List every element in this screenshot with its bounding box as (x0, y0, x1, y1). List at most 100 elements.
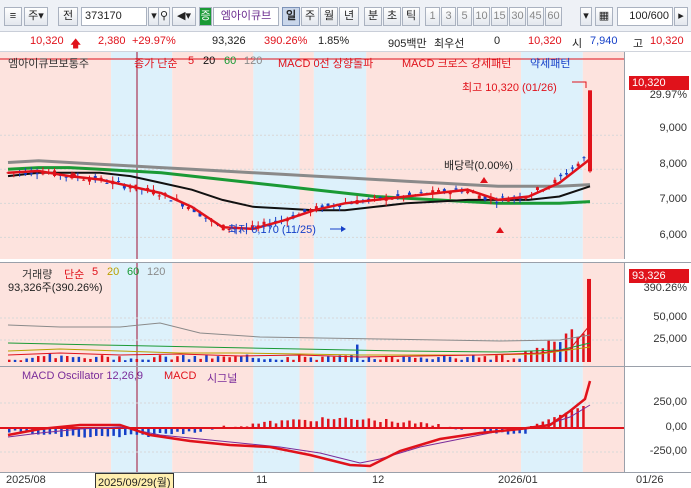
interval-tab[interactable]: 5 (457, 7, 472, 26)
period-tab[interactable]: 년 (339, 7, 359, 26)
change-percent: +29.97% (132, 35, 176, 47)
volume-bar (118, 356, 121, 362)
volume-bar (211, 358, 214, 362)
candle-body (535, 187, 539, 191)
price-tick: 9,000 (659, 122, 687, 134)
open-price: 7,940 (590, 35, 618, 47)
macd-histogram-bar (100, 428, 104, 436)
macd-histogram-bar (356, 419, 359, 428)
volume-bar (54, 358, 57, 362)
interval-more-icon[interactable]: ▾ (580, 7, 592, 26)
interval-tab[interactable]: 10 (473, 7, 490, 26)
background-band (111, 52, 173, 259)
chart-toolbar: ≡ 주▾ 전 373170 ▾ ⚲ ◀▾ 증 엠아이큐브 ▾ ▦ 100/600… (0, 0, 691, 32)
macd-histogram-bar (350, 419, 353, 428)
macd-histogram-bar (408, 420, 411, 428)
macd-histogram-bar (269, 420, 272, 428)
current-price: 10,320 (30, 35, 64, 47)
price-axis[interactable]: 10,320 29.97% 9,000 8,000 7,000 6,000 (624, 52, 691, 259)
market-select[interactable]: 주▾ (24, 7, 48, 26)
date-axis[interactable]: 2025/08 2025/09/29(월) 11 12 2026/01 01/2… (0, 472, 691, 488)
period-tab[interactable]: 월 (320, 7, 338, 26)
volume-bar (274, 359, 278, 362)
volume-bar (431, 359, 434, 362)
volume-bar (48, 353, 52, 362)
volume-bar (205, 355, 208, 362)
volume-bar (483, 356, 487, 362)
volume-bar (170, 359, 173, 362)
volume-bar (443, 355, 446, 362)
candle-body (35, 173, 39, 175)
price-info-row: 10,320 🡅 2,380 +29.97% 93,326 390.26% 1.… (0, 32, 691, 52)
period-tab[interactable]: 주 (301, 7, 319, 26)
macd-chart-canvas[interactable] (0, 367, 624, 473)
volume-bar (193, 355, 197, 362)
badge-icon: 증 (199, 7, 212, 26)
background-band (313, 52, 367, 259)
jeon-button[interactable]: 전 (58, 7, 78, 26)
vol-ma120-label: 120 (147, 266, 166, 278)
interval-tab[interactable]: 45 (527, 7, 544, 26)
period-tab[interactable]: 분 (364, 7, 382, 26)
interval-tab[interactable]: 1 (425, 7, 440, 26)
macd-axis[interactable]: 250,00 0,00 -250,00 (624, 367, 691, 473)
candle-body (105, 182, 109, 184)
price-panel[interactable]: 엠아이큐브보통주 종가 단순 5 20 60 120 MACD 0선 상향돌파 … (0, 52, 691, 259)
volume-bar (466, 357, 469, 362)
interval-tab[interactable]: 15 (491, 7, 508, 26)
candle-body (454, 188, 458, 190)
volume-bar (77, 356, 81, 362)
interval-tab[interactable]: 3 (441, 7, 456, 26)
volume-bar (292, 359, 295, 362)
ma60-label: 60 (224, 55, 237, 67)
search-icon[interactable]: ⚲ (158, 7, 170, 26)
background-band (0, 52, 112, 259)
volume-bar (95, 356, 98, 362)
volume-bar (396, 359, 400, 362)
macd-histogram-bar (303, 419, 307, 428)
background-band (521, 367, 583, 473)
volume-bar (321, 356, 324, 362)
macd-histogram-bar (66, 428, 69, 437)
volume-axis[interactable]: 93,326 390.26% 50,000 25,000 (624, 263, 691, 366)
macd-histogram-bar (106, 428, 110, 437)
candle-body (553, 179, 557, 184)
volume-bar (454, 358, 458, 362)
volume-panel[interactable]: 거래량 단순 5 20 60 120 93,326주(390.26%) 93,3… (0, 262, 691, 366)
stock-code-input[interactable]: 373170 (81, 7, 147, 26)
volume-bar (506, 360, 510, 362)
volume-bar (495, 355, 498, 362)
volume-bar (8, 359, 11, 362)
calendar-icon[interactable]: ▦ (595, 7, 613, 26)
volume-bar (222, 356, 226, 362)
change-value: 2,380 (98, 35, 126, 47)
menu-icon[interactable]: ≡ (4, 7, 22, 26)
signal-label: 시그널 (207, 373, 238, 385)
background-band (299, 367, 314, 473)
volume-bar (251, 357, 255, 362)
volume-bar (402, 356, 405, 362)
interval-tab[interactable]: 30 (509, 7, 526, 26)
candle-body (186, 207, 190, 210)
count-input[interactable]: 100/600 (617, 7, 673, 26)
period-tab[interactable]: 일 (282, 7, 300, 26)
period-tab[interactable]: 초 (383, 7, 401, 26)
volume-bar (303, 356, 307, 362)
count-stepper-icon[interactable]: ▸ (674, 7, 688, 26)
candle-body (570, 167, 574, 169)
candle-body (477, 195, 481, 199)
interval-tab[interactable]: 60 (545, 7, 562, 26)
volume-bar (234, 356, 237, 362)
high-label: 고 (633, 38, 644, 50)
volume-icon[interactable]: ◀▾ (172, 7, 196, 26)
macd-tick: -250,00 (649, 445, 687, 457)
current-pct-label: 29.97% (649, 89, 687, 101)
macd-histogram-bar (89, 428, 92, 438)
volume-bar (124, 360, 127, 362)
volume-bar (367, 356, 371, 362)
macd-panel[interactable]: MACD Oscillator 12,26,9 MACD 시그널 250,00 … (0, 366, 691, 473)
current-price-box: 10,320 (629, 76, 689, 90)
period-tab[interactable]: 틱 (402, 7, 420, 26)
macd-label: MACD (164, 370, 197, 382)
macd-osc-title: MACD Oscillator 12,26,9 (22, 370, 144, 382)
